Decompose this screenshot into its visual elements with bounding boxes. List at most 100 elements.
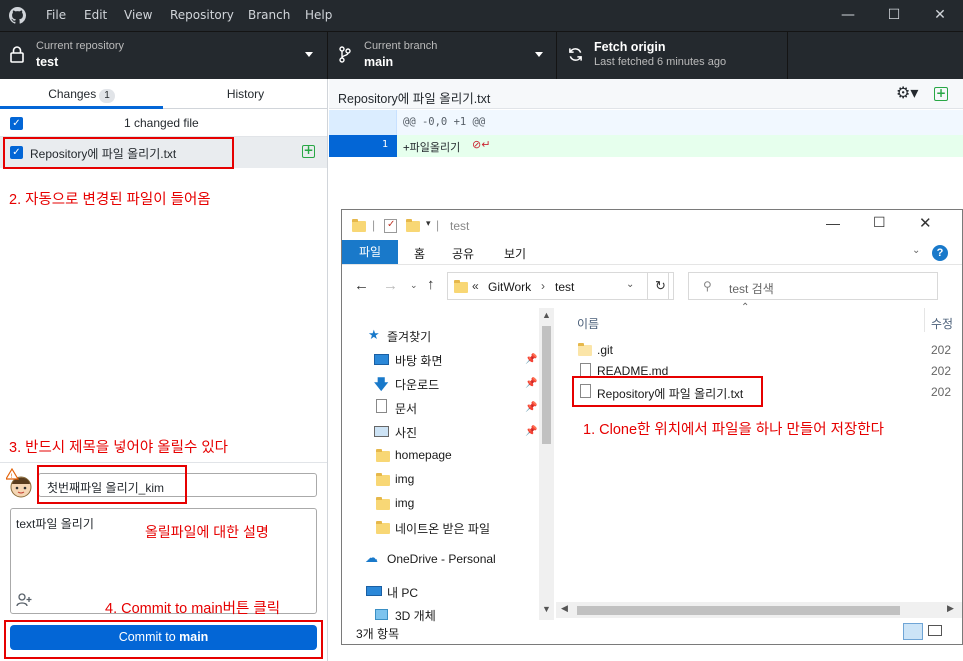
menu-view[interactable]: View: [124, 0, 152, 31]
folder-icon: [454, 280, 468, 293]
file-name: .git: [597, 343, 614, 357]
help-icon[interactable]: ?: [932, 245, 948, 261]
nav-nateon[interactable]: 네이트온 받은 파일: [395, 520, 490, 537]
add-coauthor-icon[interactable]: [16, 593, 32, 607]
pin-icon: 📌: [525, 426, 538, 437]
fetch-label: Fetch origin: [594, 40, 666, 54]
diff-hunk-row: @@ -0,0 +1 @@: [329, 110, 963, 135]
diff-added-text: +파일올리기: [403, 141, 461, 154]
current-repository-button[interactable]: Current repository test: [0, 32, 328, 79]
search-input[interactable]: ⚲ test 검색: [688, 272, 938, 300]
commit-description-value: text파일 올리기: [16, 517, 94, 531]
menu-help[interactable]: Help: [305, 0, 332, 31]
details-view-icon[interactable]: [903, 623, 923, 640]
refresh-icon[interactable]: ↻: [647, 272, 674, 300]
nav-homepage[interactable]: homepage: [395, 448, 452, 462]
diff-added-row: 1 +파일올리기 ⊘↵: [329, 135, 963, 157]
large-icons-view-icon[interactable]: [928, 625, 942, 636]
chevron-down-icon[interactable]: ⌄: [912, 245, 920, 256]
ribbon-tab-share[interactable]: 공유: [452, 245, 474, 262]
forward-arrow-icon[interactable]: →: [383, 277, 398, 294]
minimize-icon[interactable]: —: [826, 215, 840, 231]
nav-img-2[interactable]: img: [395, 496, 414, 510]
nav-this-pc[interactable]: 내 PC: [387, 584, 418, 601]
content-scrollbar-thumb[interactable]: [577, 606, 900, 615]
breadcrumb-test[interactable]: test: [555, 280, 574, 294]
folder-icon: [376, 497, 390, 510]
star-icon: ★: [368, 327, 380, 342]
up-arrow-icon[interactable]: ↑: [427, 276, 435, 293]
select-all-checkbox[interactable]: ✓: [10, 117, 23, 130]
fetch-origin-button[interactable]: Fetch origin Last fetched 6 minutes ago: [557, 32, 788, 79]
document-icon: [376, 399, 387, 413]
file-row[interactable]: .git 202: [568, 340, 962, 360]
ribbon-tab-home[interactable]: 홈: [414, 245, 425, 262]
diff-file-path: Repository에 파일 올리기.txt: [338, 92, 491, 106]
menu-file[interactable]: File: [46, 0, 66, 31]
divider: |: [436, 218, 440, 232]
back-arrow-icon[interactable]: ←: [354, 277, 369, 294]
repo-label: Current repository: [36, 40, 125, 52]
branch-label: Current branch: [364, 40, 438, 52]
highlight-box-summary: [37, 465, 187, 504]
highlight-box-explorer-file: [572, 376, 763, 407]
tab-history[interactable]: History: [163, 79, 328, 109]
divider: |: [372, 218, 376, 232]
nav-downloads[interactable]: 다운로드: [395, 376, 439, 393]
folder-icon: [376, 449, 390, 462]
ribbon-tab-view[interactable]: 보기: [504, 245, 526, 262]
tab-history-label: History: [226, 87, 265, 101]
chevron-down-icon[interactable]: ⌄: [626, 279, 634, 290]
toolbar: Current repository test Current branch m…: [0, 31, 963, 79]
nav-desktop[interactable]: 바탕 화면: [395, 352, 443, 369]
nav-quick-access[interactable]: 즐겨찾기: [387, 328, 431, 345]
desktop-icon: [374, 354, 389, 365]
minimize-icon[interactable]: —: [825, 0, 871, 31]
nav-pictures[interactable]: 사진: [395, 424, 417, 441]
file-date: 202: [931, 364, 952, 378]
address-bar[interactable]: « GitWork › test ⌄: [447, 272, 669, 300]
tab-changes[interactable]: Changes 1: [0, 79, 163, 109]
menu-repository[interactable]: Repository: [170, 0, 234, 31]
lock-icon: [10, 46, 24, 63]
nav-scrollbar-thumb[interactable]: [542, 326, 551, 444]
branch-icon: [339, 46, 351, 63]
breadcrumb-gitwork[interactable]: GitWork: [488, 280, 531, 294]
properties-icon[interactable]: ✓: [384, 219, 397, 233]
folder-icon: [376, 521, 390, 534]
content-scrollbar[interactable]: ◀ ▶: [556, 602, 962, 618]
close-icon[interactable]: ✕: [917, 0, 963, 31]
nav-3d-objects[interactable]: 3D 개체: [395, 607, 436, 624]
gear-icon[interactable]: ⚙▾: [896, 83, 918, 102]
pin-icon: 📌: [525, 402, 538, 413]
current-branch-button[interactable]: Current branch main: [328, 32, 557, 79]
annotation-2: 2. 자동으로 변경된 파일이 들어옴: [9, 192, 211, 208]
svg-text:!: !: [11, 473, 13, 480]
maximize-icon[interactable]: ☐: [871, 0, 917, 31]
recent-locations-icon[interactable]: ⌄: [410, 280, 418, 291]
close-icon[interactable]: ✕: [919, 214, 932, 232]
changes-summary-row: ✓ 1 changed file: [0, 110, 327, 137]
folder-icon: [376, 473, 390, 486]
ribbon-tab-file[interactable]: 파일: [342, 240, 398, 264]
chevron-right-icon: ›: [541, 279, 545, 293]
breadcrumb-overflow-icon[interactable]: «: [472, 279, 479, 293]
customize-toolbar-icon[interactable]: ▾: [426, 218, 431, 229]
changed-file-count: 1 changed file: [124, 116, 199, 130]
chevron-down-icon: [305, 52, 313, 57]
search-icon: ⚲: [703, 279, 712, 293]
onedrive-icon: ☁: [365, 550, 378, 565]
nav-onedrive[interactable]: OneDrive - Personal: [387, 552, 496, 566]
nav-documents[interactable]: 문서: [395, 400, 417, 417]
nav-img-1[interactable]: img: [395, 472, 414, 486]
title-bar: File Edit View Repository Branch Help — …: [0, 0, 963, 31]
column-modified[interactable]: 수정: [931, 315, 953, 332]
maximize-icon[interactable]: ☐: [873, 214, 886, 231]
nav-scrollbar[interactable]: ▲ ▼: [539, 308, 554, 620]
menu-edit[interactable]: Edit: [84, 0, 107, 31]
diff-line-selected[interactable]: 1: [329, 135, 397, 157]
new-folder-icon[interactable]: [406, 219, 420, 232]
column-name[interactable]: 이름: [577, 315, 599, 332]
diff-hunk-header: @@ -0,0 +1 @@: [403, 116, 486, 128]
menu-branch[interactable]: Branch: [248, 0, 290, 31]
